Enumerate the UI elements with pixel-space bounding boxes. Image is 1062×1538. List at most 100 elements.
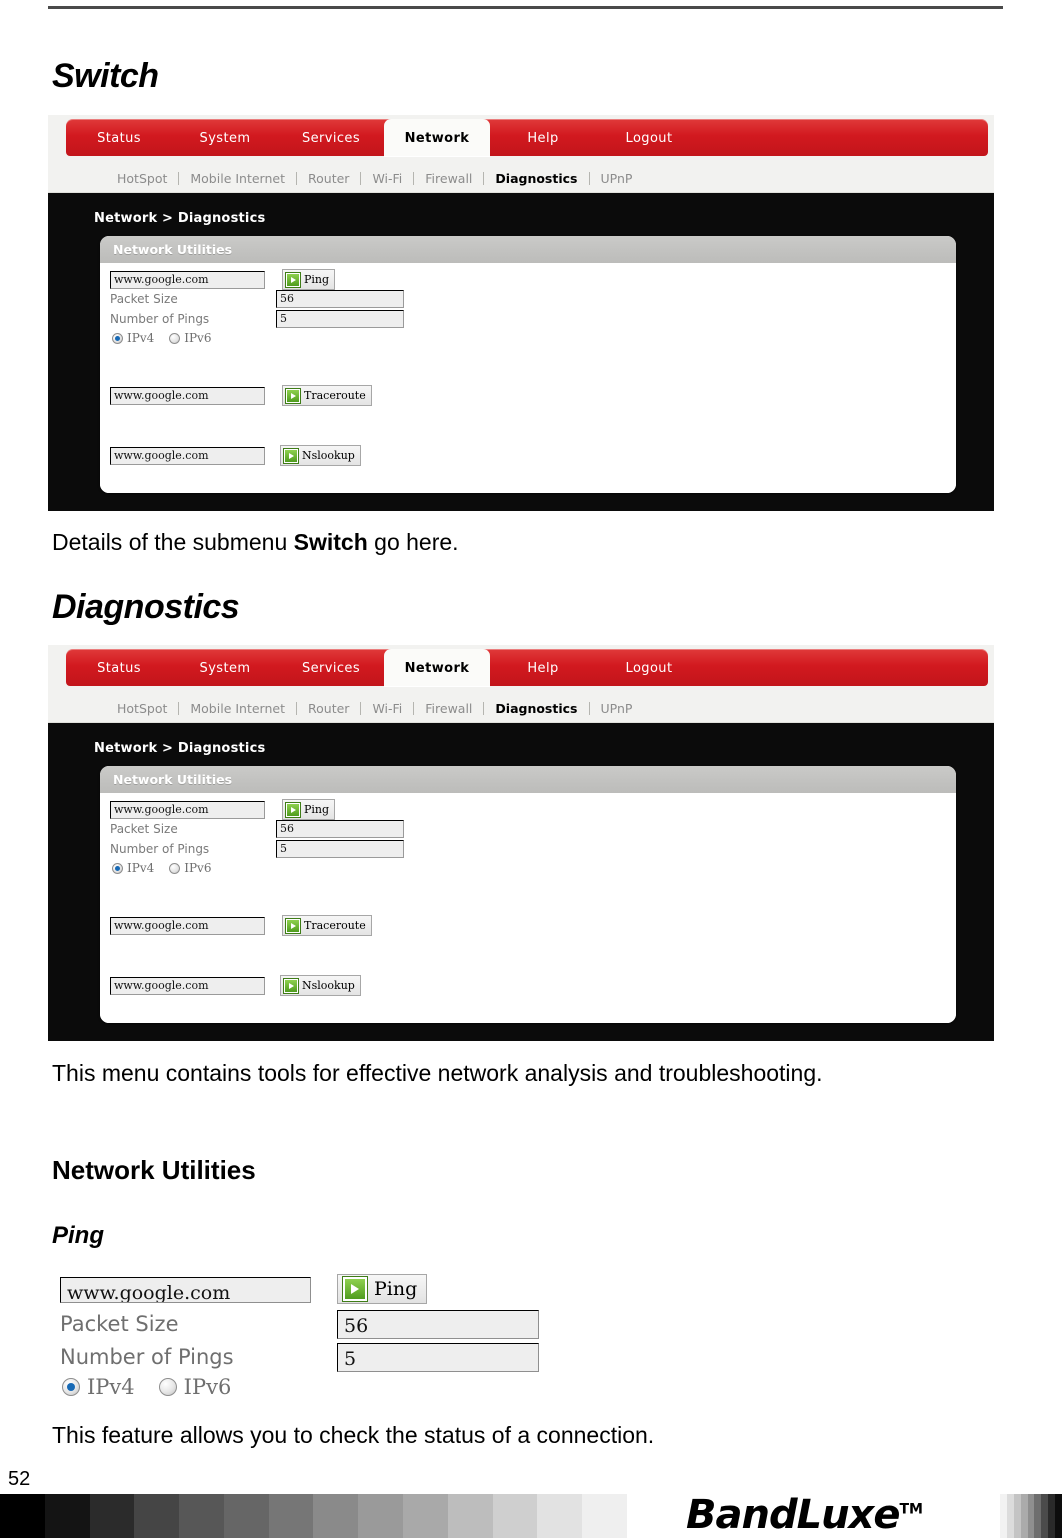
ipv4-radio[interactable] [62,1378,80,1396]
ipv6-label: IPv6 [183,1375,232,1399]
ping-button-label: Ping [304,273,330,286]
number-of-pings-input[interactable]: 5 [276,840,404,858]
subtab-upnp[interactable]: UPnP [590,701,644,716]
grayscale-calibration-bar-right [1000,1494,1062,1538]
ramp-step [89,1494,135,1538]
nslookup-button[interactable]: Nslookup [280,445,361,466]
caption-ping: This feature allows you to check the sta… [52,1422,655,1448]
nslookup-host-input[interactable]: www.google.com [110,447,265,465]
subtab-diagnostics[interactable]: Diagnostics [484,171,588,186]
play-icon [284,448,298,463]
subtab-hotspot[interactable]: HotSpot [106,701,178,716]
subtab-router[interactable]: Router [297,701,360,716]
figure-number-of-pings-input[interactable]: 5 [337,1343,539,1372]
subtab-hotspot[interactable]: HotSpot [106,171,178,186]
ping-button-label: Ping [304,803,330,816]
ramp-step [1020,1494,1028,1538]
ipv6-radio[interactable] [169,332,181,344]
tab-services[interactable]: Services [278,119,384,157]
ipv6-label: IPv6 [184,861,212,875]
section-heading-switch: Switch [52,57,159,95]
traceroute-button[interactable]: Traceroute [282,385,372,406]
nslookup-button-label: Nslookup [302,449,355,462]
panel-body: www.google.com Ping Packet Size 56 Numbe… [100,263,956,493]
figure-packet-size-input[interactable]: 56 [337,1310,539,1339]
figure-ping-host-input[interactable]: www.google.com [60,1277,311,1303]
packet-size-input[interactable]: 56 [276,820,404,838]
ramp-step [492,1494,538,1538]
breadcrumb: Network > Diagnostics [94,741,266,756]
ping-host-input[interactable]: www.google.com [110,271,265,289]
subtab-diagnostics[interactable]: Diagnostics [484,701,588,716]
tab-status[interactable]: Status [66,119,172,157]
play-icon [286,918,300,933]
ipv4-radio[interactable] [112,332,123,344]
tab-system[interactable]: System [172,119,278,157]
play-icon [343,1277,367,1301]
traceroute-host-input[interactable]: www.google.com [110,387,265,405]
figure-packet-size-label: Packet Size [60,1312,179,1336]
router-sub-navbar: HotSpot Mobile Internet Router Wi-Fi Fir… [48,694,994,723]
caption-switch-bold: Switch [293,529,368,555]
subtab-mobile-internet[interactable]: Mobile Internet [179,171,296,186]
packet-size-input[interactable]: 56 [276,290,404,308]
tab-help[interactable]: Help [490,649,596,687]
play-icon [286,802,300,817]
tab-network[interactable]: Network [384,649,490,687]
caption-switch: Details of the submenu Switch go here. [52,527,952,557]
number-of-pings-label: Number of Pings [110,312,210,326]
packet-size-label: Packet Size [110,822,178,836]
subtab-firewall[interactable]: Firewall [414,171,483,186]
router-main-navbar: Status System Services Network Help Logo… [48,645,994,694]
subtab-upnp[interactable]: UPnP [590,171,644,186]
page-number: 52 [8,1468,31,1490]
figure-ip-version-radio-group: IPv4 IPv6 [62,1375,231,1399]
number-of-pings-label: Number of Pings [110,842,210,856]
heading-network-utilities: Network Utilities [52,1155,256,1185]
tab-logout[interactable]: Logout [596,649,702,687]
trademark-symbol: TM [899,1501,923,1518]
tab-help[interactable]: Help [490,119,596,157]
ping-host-input[interactable]: www.google.com [110,801,265,819]
section-heading-diagnostics: Diagnostics [52,588,240,626]
tab-logout[interactable]: Logout [596,119,702,157]
tab-system[interactable]: System [172,649,278,687]
ipv6-radio[interactable] [169,862,181,874]
router-main-navbar: Status System Services Network Help Logo… [48,115,994,164]
subtab-firewall[interactable]: Firewall [414,701,483,716]
tab-status[interactable]: Status [66,649,172,687]
nslookup-button[interactable]: Nslookup [280,975,361,996]
ping-button[interactable]: Ping [282,799,336,820]
bandluxe-logo: BandLuxeTM [686,1492,923,1538]
number-of-pings-input[interactable]: 5 [276,310,404,328]
caption-diagnostics: This menu contains tools for effective n… [52,1060,823,1086]
traceroute-host-input[interactable]: www.google.com [110,917,265,935]
ramp-step [179,1494,224,1538]
ramp-step [1055,1494,1062,1538]
figure-ping-button[interactable]: Ping [337,1274,428,1304]
ipv4-radio[interactable] [112,862,123,874]
ramp-step [1027,1494,1035,1538]
ramp-step [403,1494,448,1538]
ramp-step [44,1494,90,1538]
tab-services[interactable]: Services [278,649,384,687]
nslookup-host-input[interactable]: www.google.com [110,977,265,995]
ramp-step [358,1494,404,1538]
figure-ping-button-label: Ping [374,1278,418,1300]
subtab-mobile-internet[interactable]: Mobile Internet [179,701,296,716]
router-ui-screenshot-switch: Status System Services Network Help Logo… [48,115,994,511]
ping-button[interactable]: Ping [282,269,336,290]
ip-version-radio-group: IPv4 IPv6 [112,861,211,875]
subtab-router[interactable]: Router [297,171,360,186]
main-tab-list: Status System Services Network Help Logo… [66,119,702,157]
ipv6-radio[interactable] [158,1378,177,1396]
bandluxe-wordmark: BandLuxe [686,1492,900,1538]
ramp-step [1013,1494,1021,1538]
traceroute-button[interactable]: Traceroute [282,915,372,936]
heading-ping: Ping [52,1222,104,1249]
play-icon [284,978,298,993]
tab-network[interactable]: Network [384,119,490,157]
subtab-wifi[interactable]: Wi-Fi [361,701,413,716]
ramp-step [1041,1494,1049,1538]
subtab-wifi[interactable]: Wi-Fi [361,171,413,186]
